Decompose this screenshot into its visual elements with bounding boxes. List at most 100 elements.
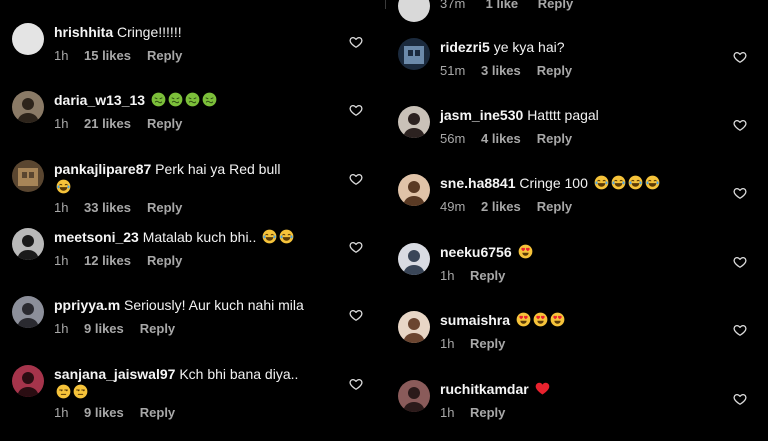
like-heart-icon[interactable] (733, 50, 747, 64)
avatar[interactable] (12, 23, 44, 55)
like-heart-icon[interactable] (733, 392, 747, 406)
comment-likes[interactable]: 33 likes (84, 200, 131, 216)
joy-emoji-icon (279, 229, 294, 244)
reply-button[interactable]: Reply (537, 131, 572, 147)
comment-body: ridezri5 ye kya hai? (440, 38, 565, 56)
avatar[interactable] (398, 243, 430, 275)
avatar[interactable] (12, 365, 44, 397)
comment-username[interactable]: hrishhita (54, 24, 113, 40)
reply-button[interactable]: Reply (537, 63, 572, 79)
comment-meta: 49m 2 likes Reply (440, 199, 572, 215)
heart-eyes-emoji-icon (516, 312, 531, 327)
avatar[interactable] (398, 38, 430, 70)
comment-username[interactable]: sanjana_jaiswal97 (54, 366, 175, 382)
comment-username[interactable]: sumaishra (440, 312, 510, 328)
reply-button[interactable]: Reply (470, 336, 505, 352)
comment-likes[interactable]: 4 likes (481, 131, 521, 147)
comment-likes[interactable]: 2 likes (481, 199, 521, 215)
comment-username[interactable]: ridezri5 (440, 39, 490, 55)
comment-username[interactable]: meetsoni_23 (54, 229, 139, 245)
avatar[interactable] (398, 380, 430, 412)
nauseated-emoji-icon (151, 92, 166, 107)
reply-button[interactable]: Reply (147, 116, 182, 132)
comment-likes[interactable]: 12 likes (84, 253, 131, 269)
unamused-emoji-icon (73, 384, 88, 399)
reply-button[interactable]: Reply (147, 48, 182, 64)
comment-time: 1h (54, 116, 69, 131)
comment-meta: 1h 15 likes Reply (54, 48, 182, 64)
avatar[interactable] (12, 228, 44, 260)
avatar[interactable] (398, 106, 430, 138)
comment-likes[interactable]: 3 likes (481, 63, 521, 79)
like-heart-icon[interactable] (349, 240, 363, 254)
reply-button[interactable]: Reply (140, 321, 175, 337)
heart-eyes-emoji-icon (518, 244, 533, 259)
comment-time: 1h (54, 321, 69, 336)
comment-username[interactable]: sne.ha8841 (440, 175, 516, 191)
comment-body: pankajlipare87 Perk hai ya Red bull (54, 160, 334, 196)
comment-meta: 37m 1 like Reply (440, 0, 573, 12)
heart-eyes-emoji-icon (533, 312, 548, 327)
avatar[interactable] (398, 0, 430, 22)
avatar[interactable] (398, 311, 430, 343)
nauseated-emoji-icon (185, 92, 200, 107)
comment-time: 1h (54, 405, 69, 420)
comment-text: Kch bhi bana diya.. (179, 366, 299, 382)
comment-username[interactable]: jasm_ine530 (440, 107, 523, 123)
comment-meta: 1h Reply (440, 405, 505, 421)
comment-body: meetsoni_23 Matalab kuch bhi.. (54, 228, 294, 246)
comment-username[interactable]: pankajlipare87 (54, 161, 151, 177)
heart-eyes-emoji-icon (550, 312, 565, 327)
like-heart-icon[interactable] (349, 103, 363, 117)
comment-likes[interactable]: 15 likes (84, 48, 131, 64)
like-heart-icon[interactable] (733, 323, 747, 337)
comment-body: sumaishra (440, 311, 565, 329)
comment-username[interactable]: ruchitkamdar (440, 381, 529, 397)
like-heart-icon[interactable] (733, 118, 747, 132)
reply-button[interactable]: Reply (140, 405, 175, 421)
comment-likes[interactable]: 1 like (486, 0, 519, 12)
reply-button[interactable]: Reply (470, 405, 505, 421)
comment-username[interactable]: neeku6756 (440, 244, 512, 260)
reply-button[interactable]: Reply (470, 268, 505, 284)
like-heart-icon[interactable] (733, 255, 747, 269)
comment-likes[interactable]: 21 likes (84, 116, 131, 132)
nauseated-emoji-icon (168, 92, 183, 107)
joy-emoji-icon (628, 175, 643, 190)
comment-time: 56m (440, 131, 466, 146)
like-heart-icon[interactable] (349, 377, 363, 391)
avatar[interactable] (12, 160, 44, 192)
like-heart-icon[interactable] (733, 186, 747, 200)
joy-emoji-icon (611, 175, 626, 190)
comment-likes[interactable]: 9 likes (84, 321, 124, 337)
like-heart-icon[interactable] (349, 35, 363, 49)
like-heart-icon[interactable] (349, 308, 363, 322)
comment-likes[interactable]: 9 likes (84, 405, 124, 421)
joy-emoji-icon (56, 179, 71, 194)
nauseated-emoji-icon (202, 92, 217, 107)
unamused-emoji-icon (56, 384, 71, 399)
comment-body: neeku6756 (440, 243, 533, 261)
avatar[interactable] (398, 174, 430, 206)
comment-text: Perk hai ya Red bull (155, 161, 281, 177)
comment-time: 1h (54, 253, 69, 268)
reply-button[interactable]: Reply (147, 253, 182, 269)
comment-time: 49m (440, 199, 466, 214)
avatar[interactable] (12, 91, 44, 123)
joy-emoji-icon (594, 175, 609, 190)
joy-emoji-icon (262, 229, 277, 244)
comment-body: jasm_ine530 Hatttt pagal (440, 106, 599, 124)
comment-body: sne.ha8841 Cringe 100 (440, 174, 660, 192)
reply-button[interactable]: Reply (537, 199, 572, 215)
comment-body: hrishhita Cringe!!!!!! (54, 23, 182, 41)
comment-body: sanjana_jaiswal97 Kch bhi bana diya.. (54, 365, 334, 401)
reply-button[interactable]: Reply (538, 0, 573, 12)
avatar[interactable] (12, 296, 44, 328)
reply-button[interactable]: Reply (147, 200, 182, 216)
comment-username[interactable]: daria_w13_13 (54, 92, 145, 108)
like-heart-icon[interactable] (349, 172, 363, 186)
comment-time: 37m (440, 0, 466, 11)
comments-column-left: hrishhita Cringe!!!!!! 1h 15 likes Reply dar… (0, 0, 385, 441)
comment-username[interactable]: ppriyya.m (54, 297, 120, 313)
comment-body: daria_w13_13 (54, 91, 217, 109)
